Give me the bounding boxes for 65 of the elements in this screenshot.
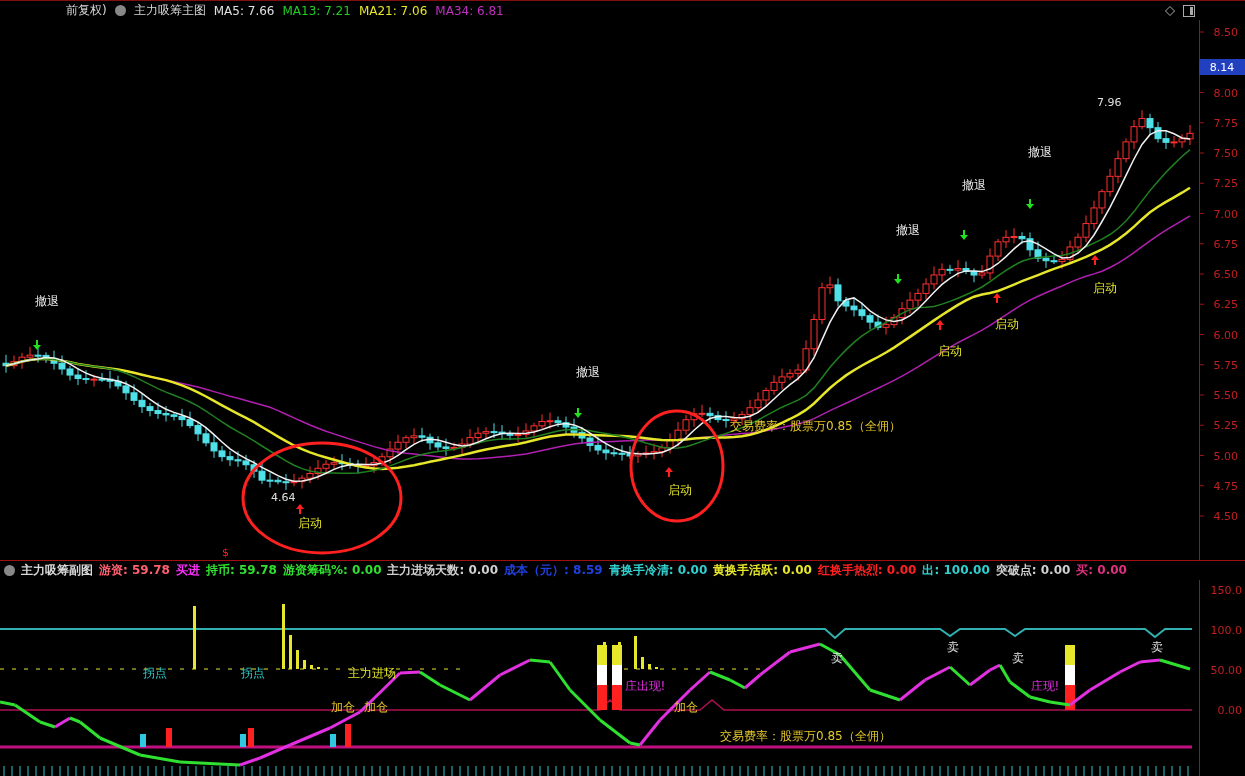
indicator-legend: 游资筹码%: 0.00: [282, 562, 382, 579]
add-position-label: 加仓: [364, 700, 388, 714]
exit-label: 撤退: [35, 294, 59, 308]
indicator-legend: 成本（元）: 8.59: [504, 562, 603, 579]
indicator-legend: 买进: [175, 562, 200, 579]
indicator-tick: 100.0: [1210, 624, 1242, 637]
chart-title: 主力吸筹副图: [21, 562, 93, 579]
indicator-legend: 黄换手活跃: 0.00: [713, 562, 812, 579]
indicator-tick: 150.0: [1210, 584, 1242, 597]
indicator-tick: 50.00: [1210, 664, 1242, 677]
start-label: 启动: [668, 483, 692, 497]
price-tick: 8.00: [1213, 86, 1238, 100]
add-position-label: 加仓: [331, 700, 355, 714]
start-label: 启动: [995, 317, 1019, 331]
indicator-tick: 0.00: [1217, 704, 1242, 717]
sell-label: 卖: [947, 640, 959, 654]
price-tick: 6.75: [1213, 237, 1238, 251]
indicator-legend: 突破点: 0.00: [995, 562, 1071, 579]
price-tick: 7.50: [1213, 147, 1238, 160]
dollar-marker: $: [222, 546, 229, 559]
low-price-mark: 4.64: [271, 491, 296, 504]
price-tick: 6.00: [1213, 328, 1238, 342]
price-tick: 4.75: [1213, 479, 1238, 493]
price-tick: 8.50: [1213, 26, 1238, 39]
price-tick: 7.75: [1213, 116, 1238, 130]
price-tick: 6.25: [1213, 298, 1238, 312]
indicator-legend: 游资: 59.78: [99, 562, 170, 579]
dealer-label: 庄出现!: [624, 679, 666, 693]
ma-legend: MA21: 7.06: [358, 3, 428, 18]
sell-label: 卖: [831, 651, 843, 665]
price-tick: 7.25: [1213, 177, 1238, 191]
price-tick: 6.50: [1213, 268, 1238, 281]
ma-legend: MA34: 6.81: [435, 3, 504, 18]
indicator-legend: 青换手冷清: 0.00: [608, 562, 708, 579]
indicator-legend: 红换手热烈: 0.00: [817, 562, 917, 579]
price-tick: 7.00: [1213, 207, 1238, 221]
current-price: 8.14: [1209, 61, 1235, 74]
chart-title: 主力吸筹主图: [133, 2, 206, 19]
price-tick: 5.25: [1213, 419, 1238, 433]
adjustment-label: 前复权): [66, 2, 107, 19]
fee-note: 交易费率：股票万0.85（全佣）: [720, 729, 891, 743]
exit-label: 撤退: [896, 223, 920, 237]
price-tick: 4.50: [1213, 510, 1238, 523]
price-tick: 5.75: [1213, 358, 1238, 372]
entry-label: 主力进场: [348, 666, 396, 680]
dealer-label: 庄现!: [1030, 679, 1060, 693]
exit-label: 撤退: [962, 178, 986, 192]
indicator-legend: 买: 0.00: [1076, 562, 1127, 579]
price-tick: 5.00: [1213, 449, 1238, 463]
ma-legend: MA5: 7.66: [213, 3, 275, 18]
sell-label: 卖: [1012, 651, 1024, 665]
indicator-legend: 出: 100.00: [922, 562, 990, 579]
turn-point-label: 拐点: [143, 666, 167, 680]
add-position-label: 加仓: [674, 700, 698, 714]
start-label: 启动: [298, 516, 322, 530]
price-tick: 5.50: [1213, 389, 1238, 402]
turn-point-label: 拐点: [241, 666, 265, 680]
exit-label: 撤退: [1028, 145, 1052, 159]
high-price-mark: 7.96: [1097, 96, 1122, 109]
indicator-legend: 持币: 59.78: [205, 562, 277, 579]
sell-label: 卖: [1151, 640, 1163, 654]
exit-label: 撤退: [576, 365, 600, 379]
ma-legend: MA13: 7.21: [282, 3, 351, 18]
start-label: 启动: [1093, 281, 1117, 295]
indicator-legend: 主力进场天数: 0.00: [387, 562, 499, 579]
